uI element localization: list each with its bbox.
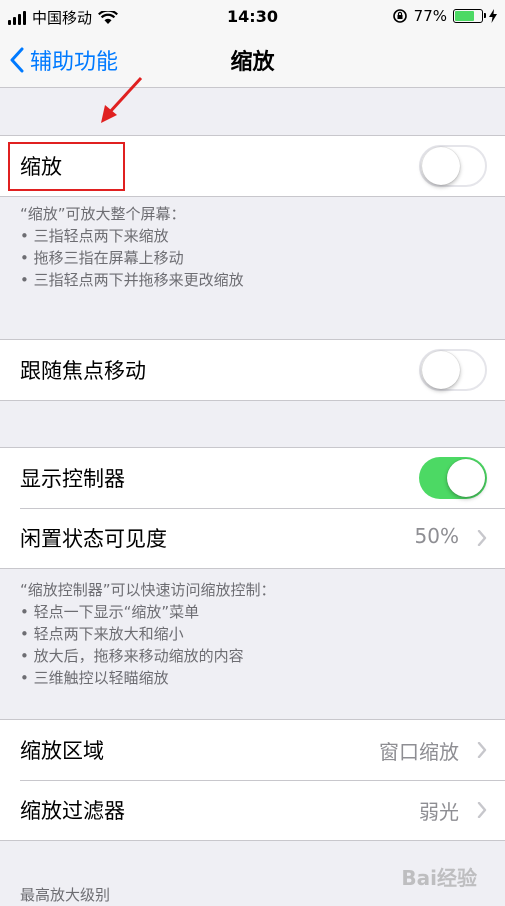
follow-focus-label: 跟随焦点移动 bbox=[20, 359, 146, 383]
zoom-region-label: 缩放区域 bbox=[20, 739, 104, 763]
battery-percent: 77% bbox=[413, 7, 447, 25]
navigation-bar: 辅助功能 缩放 bbox=[0, 34, 505, 88]
page-title: 缩放 bbox=[230, 50, 275, 75]
controller-footer: “缩放控制器”可以快速访问缩放控制： • 轻点一下显示“缩放”菜单 • 轻点两下… bbox=[20, 579, 490, 689]
status-bar: 中国移动 14:30 77% bbox=[0, 0, 505, 34]
idle-visibility-label: 闲置状态可见度 bbox=[20, 527, 167, 551]
follow-focus-row: 跟随焦点移动 bbox=[0, 340, 505, 400]
zoom-filter-value: 弱光 bbox=[419, 800, 459, 824]
show-controller-label: 显示控制器 bbox=[20, 467, 125, 491]
controller-group: 显示控制器 闲置状态可见度 50% bbox=[0, 447, 505, 569]
zoom-footer-item: • 拖移三指在屏幕上移动 bbox=[20, 249, 184, 267]
follow-focus-toggle[interactable] bbox=[419, 349, 487, 391]
zoom-footer-title: “缩放”可放大整个屏幕： bbox=[20, 205, 186, 223]
annotation-arrow-icon bbox=[101, 76, 143, 123]
zoom-region-group: 缩放区域 窗口缩放 缩放过滤器 弱光 bbox=[0, 719, 505, 841]
watermark: Bai经验 bbox=[401, 866, 477, 890]
zoom-region-row[interactable]: 缩放区域 窗口缩放 bbox=[0, 720, 505, 780]
charging-icon bbox=[489, 9, 497, 23]
zoom-footer: “缩放”可放大整个屏幕： • 三指轻点两下来缩放 • 拖移三指在屏幕上移动 • … bbox=[20, 203, 490, 291]
max-zoom-header: 最高放大级别 bbox=[20, 886, 111, 904]
chevron-right-icon bbox=[477, 802, 487, 818]
controller-footer-item: • 三维触控以轻瞄缩放 bbox=[20, 669, 169, 687]
zoom-footer-item: • 三指轻点两下并拖移来更改缩放 bbox=[20, 271, 244, 289]
show-controller-row: 显示控制器 bbox=[0, 448, 505, 508]
chevron-right-icon bbox=[477, 530, 487, 546]
battery-icon bbox=[453, 9, 486, 23]
zoom-toggle[interactable] bbox=[419, 145, 487, 187]
controller-footer-item: • 轻点两下来放大和缩小 bbox=[20, 625, 184, 643]
controller-footer-title: “缩放控制器”可以快速访问缩放控制： bbox=[20, 581, 276, 599]
show-controller-toggle[interactable] bbox=[419, 457, 487, 499]
controller-footer-item: • 轻点一下显示“缩放”菜单 bbox=[20, 603, 200, 621]
controller-footer-item: • 放大后，拖移来移动缩放的内容 bbox=[20, 647, 244, 665]
orientation-lock-icon bbox=[392, 9, 407, 23]
zoom-filter-row[interactable]: 缩放过滤器 弱光 bbox=[0, 780, 505, 840]
zoom-region-value: 窗口缩放 bbox=[379, 740, 459, 764]
idle-visibility-value: 50% bbox=[414, 524, 459, 548]
idle-visibility-row[interactable]: 闲置状态可见度 50% bbox=[0, 508, 505, 568]
follow-focus-group: 跟随焦点移动 bbox=[0, 339, 505, 401]
zoom-filter-label: 缩放过滤器 bbox=[20, 799, 125, 823]
chevron-right-icon bbox=[477, 742, 487, 758]
annotation-highlight-box bbox=[8, 142, 125, 191]
zoom-footer-item: • 三指轻点两下来缩放 bbox=[20, 227, 169, 245]
status-bar-right: 77% bbox=[392, 7, 497, 25]
